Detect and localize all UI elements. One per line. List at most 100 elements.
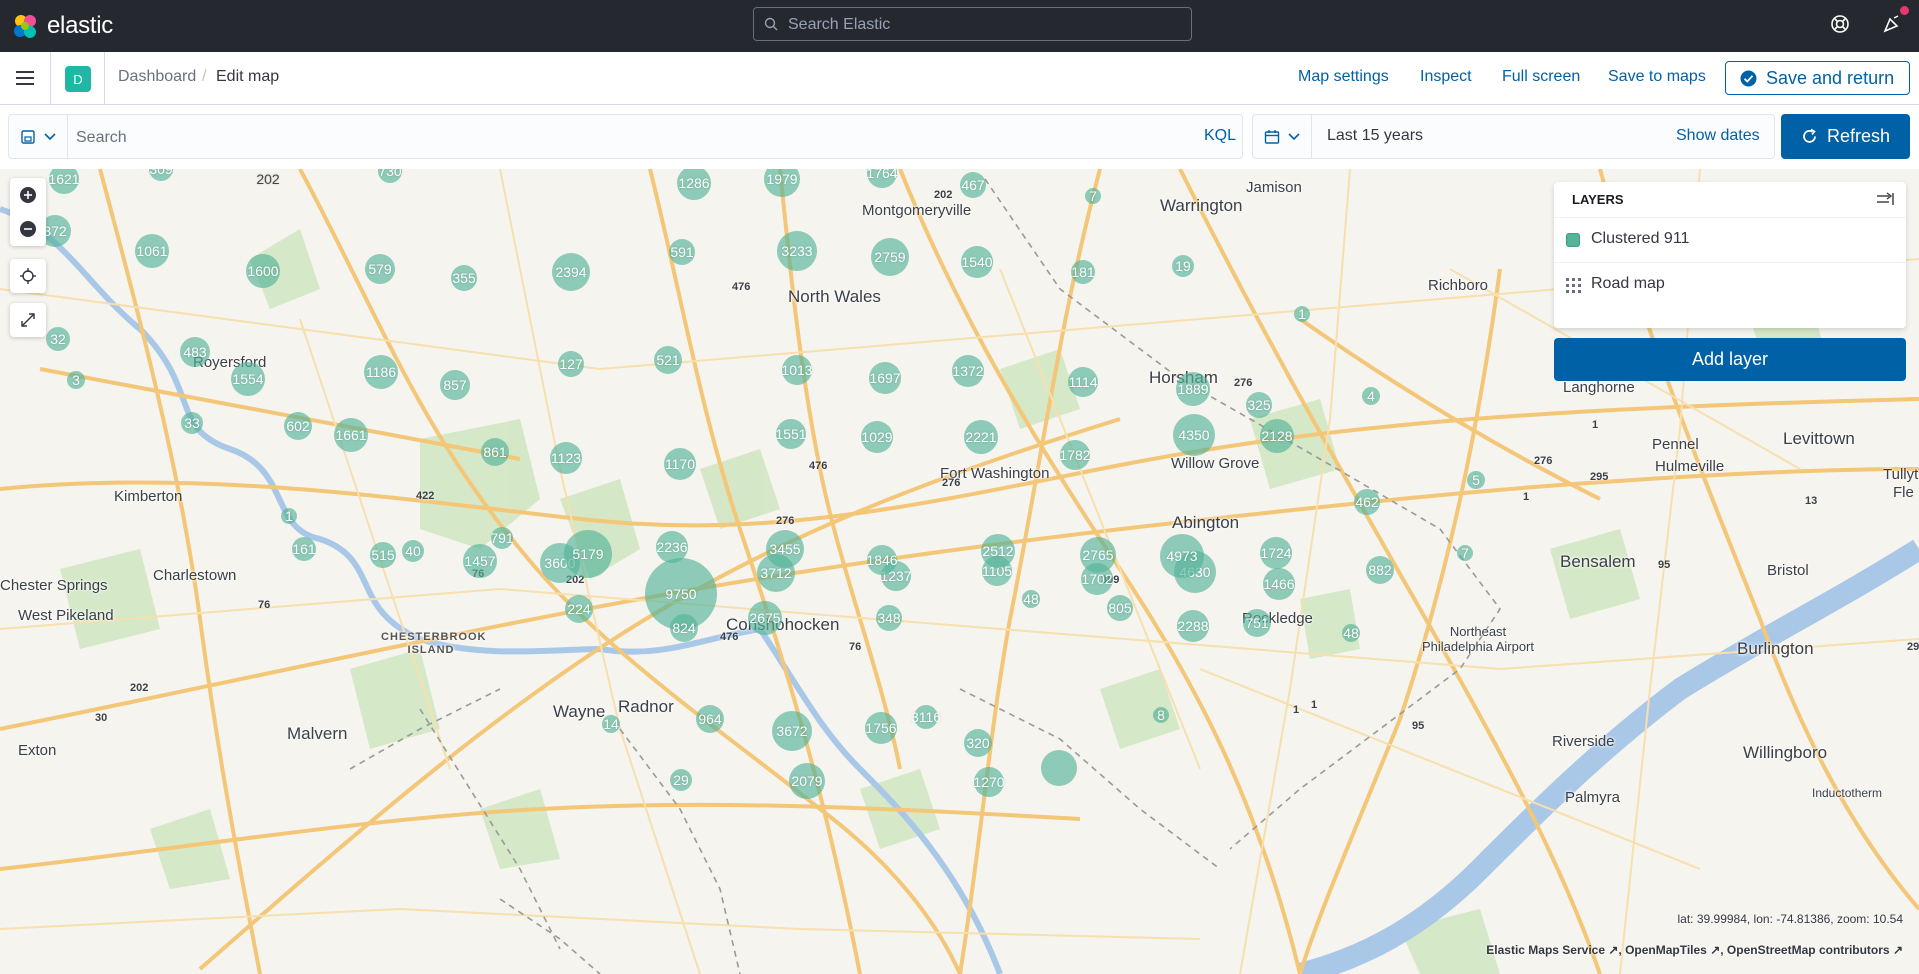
cluster-marker[interactable]: 1782 (1059, 440, 1091, 470)
cluster-marker[interactable]: 8 (1153, 707, 1169, 723)
cluster-marker[interactable]: 1554 (231, 362, 265, 396)
cluster-marker[interactable]: 348 (876, 605, 902, 631)
cluster-marker[interactable]: 224 (565, 595, 593, 623)
cluster-marker[interactable]: 467 (960, 172, 986, 198)
cluster-marker[interactable]: 1123 (550, 442, 582, 474)
date-range-text[interactable]: Last 15 years (1327, 127, 1423, 145)
cluster-marker[interactable]: 1013 (781, 355, 813, 385)
cluster-marker[interactable]: 751 (1243, 609, 1271, 637)
full-screen-link[interactable]: Full screen (1502, 68, 1580, 86)
cluster-marker[interactable]: 5 (1467, 471, 1485, 489)
cluster-marker[interactable]: 7 (1457, 545, 1473, 561)
cluster-marker[interactable]: 14 (602, 715, 620, 733)
breadcrumb-dashboard[interactable]: Dashboard (118, 68, 196, 86)
cluster-marker[interactable]: 1372 (952, 355, 984, 387)
cluster-marker[interactable]: 355 (451, 265, 477, 291)
cluster-marker[interactable]: 19 (1172, 255, 1194, 277)
cluster-marker[interactable]: 805 (1107, 595, 1133, 621)
cluster-marker[interactable]: 591 (669, 239, 695, 265)
cluster-marker[interactable]: 2394 (552, 253, 590, 291)
layer-item-clustered-911[interactable]: Clustered 911 (1554, 217, 1906, 262)
cluster-marker[interactable]: 7 (1085, 188, 1101, 204)
cluster-marker[interactable]: 602 (284, 412, 312, 440)
cluster-marker[interactable]: 1114 (1068, 367, 1098, 397)
elastic-logo[interactable]: elastic (12, 12, 113, 40)
cluster-marker[interactable]: 1186 (364, 355, 398, 389)
cluster-marker[interactable]: 483 (180, 337, 210, 367)
cluster-marker[interactable]: 2512 (981, 534, 1015, 568)
cluster-marker[interactable]: 2765 (1080, 537, 1116, 573)
inspect-link[interactable]: Inspect (1420, 68, 1472, 86)
kql-toggle[interactable]: KQL (1204, 127, 1236, 145)
refresh-button[interactable]: Refresh (1781, 114, 1910, 159)
cluster-marker[interactable]: 1600 (246, 254, 280, 288)
cluster-marker[interactable]: 1724 (1260, 537, 1292, 569)
menu-icon[interactable] (16, 70, 34, 86)
cluster-marker[interactable]: 5179 (564, 530, 612, 578)
zoom-in-button[interactable] (10, 178, 46, 212)
cluster-marker[interactable]: 1551 (775, 419, 807, 449)
cluster-marker[interactable]: 1540 (961, 246, 993, 278)
cluster-marker[interactable]: 3672 (772, 711, 812, 751)
cluster-marker[interactable]: 2288 (1177, 610, 1209, 642)
cluster-marker[interactable]: 2759 (871, 238, 909, 276)
help-icon[interactable] (1830, 14, 1850, 34)
cluster-marker[interactable]: 3233 (777, 231, 817, 271)
cluster-marker[interactable]: 2236 (656, 531, 688, 563)
cluster-marker[interactable]: 2128 (1260, 419, 1294, 453)
add-layer-button[interactable]: Add layer (1554, 338, 1906, 381)
cluster-marker[interactable]: 4350 (1173, 414, 1215, 456)
cluster-marker[interactable]: 33 (181, 412, 203, 434)
cluster-marker[interactable]: 320 (964, 729, 992, 757)
cluster-marker[interactable]: 2675 (748, 601, 782, 635)
fit-to-data-button[interactable] (10, 303, 46, 337)
save-and-return-button[interactable]: Save and return (1725, 61, 1910, 95)
cluster-marker[interactable]: 40 (402, 540, 424, 562)
attribution-link[interactable]: OpenStreetMap contributors (1727, 943, 1890, 957)
cluster-marker[interactable]: 2079 (789, 763, 825, 799)
cluster-marker[interactable]: 161 (292, 537, 316, 561)
layer-item-road-map[interactable]: Road map (1554, 262, 1906, 307)
cluster-marker[interactable]: 3 (67, 371, 85, 389)
cluster-marker[interactable] (1041, 750, 1077, 786)
cluster-marker[interactable]: 1756 (865, 712, 897, 744)
cluster-marker[interactable]: 1 (281, 508, 297, 524)
cluster-marker[interactable]: 861 (481, 438, 509, 466)
save-to-maps-link[interactable]: Save to maps (1608, 68, 1706, 86)
newsfeed-icon[interactable] (1882, 14, 1902, 34)
collapse-panel-icon[interactable] (1876, 191, 1894, 207)
space-avatar[interactable]: D (65, 66, 91, 92)
cluster-marker[interactable]: 32 (46, 327, 70, 351)
cluster-marker[interactable]: 964 (696, 705, 724, 733)
saved-query-button[interactable] (8, 114, 68, 159)
cluster-marker[interactable]: 1 (1294, 306, 1310, 322)
cluster-marker[interactable]: 3116 (911, 705, 941, 729)
cluster-marker[interactable]: 882 (1366, 556, 1394, 584)
cluster-marker[interactable]: 29 (670, 769, 692, 791)
cluster-marker[interactable]: 4973 (1160, 534, 1204, 578)
cluster-marker[interactable]: 127 (558, 351, 584, 377)
cluster-marker[interactable]: 1889 (1176, 372, 1210, 406)
cluster-marker[interactable]: 791 (490, 527, 514, 549)
cluster-marker[interactable]: 1061 (135, 234, 169, 268)
cluster-marker[interactable]: 1661 (334, 418, 368, 452)
global-search-input[interactable]: Search Elastic (753, 7, 1192, 41)
zoom-out-button[interactable] (10, 212, 46, 246)
attribution-link[interactable]: OpenMapTiles (1625, 943, 1707, 957)
cluster-marker[interactable]: 1846 (866, 545, 898, 575)
show-dates-link[interactable]: Show dates (1676, 127, 1760, 145)
cluster-marker[interactable]: 1457 (463, 544, 497, 578)
cluster-marker[interactable]: 1697 (869, 362, 901, 394)
cluster-marker[interactable]: 1170 (664, 448, 696, 480)
cluster-marker[interactable]: 325 (1246, 392, 1272, 418)
attribution-link[interactable]: Elastic Maps Service (1486, 943, 1605, 957)
map-settings-link[interactable]: Map settings (1298, 68, 1389, 86)
cluster-marker[interactable]: 1270 (973, 767, 1005, 797)
query-input[interactable] (8, 114, 1243, 159)
set-view-button[interactable] (10, 259, 46, 293)
cluster-marker[interactable]: 824 (670, 614, 698, 642)
cluster-marker[interactable]: 521 (654, 346, 682, 374)
cluster-marker[interactable]: 515 (370, 542, 396, 568)
cluster-marker[interactable]: 1466 (1263, 568, 1295, 600)
cluster-marker[interactable]: 2221 (964, 420, 998, 454)
